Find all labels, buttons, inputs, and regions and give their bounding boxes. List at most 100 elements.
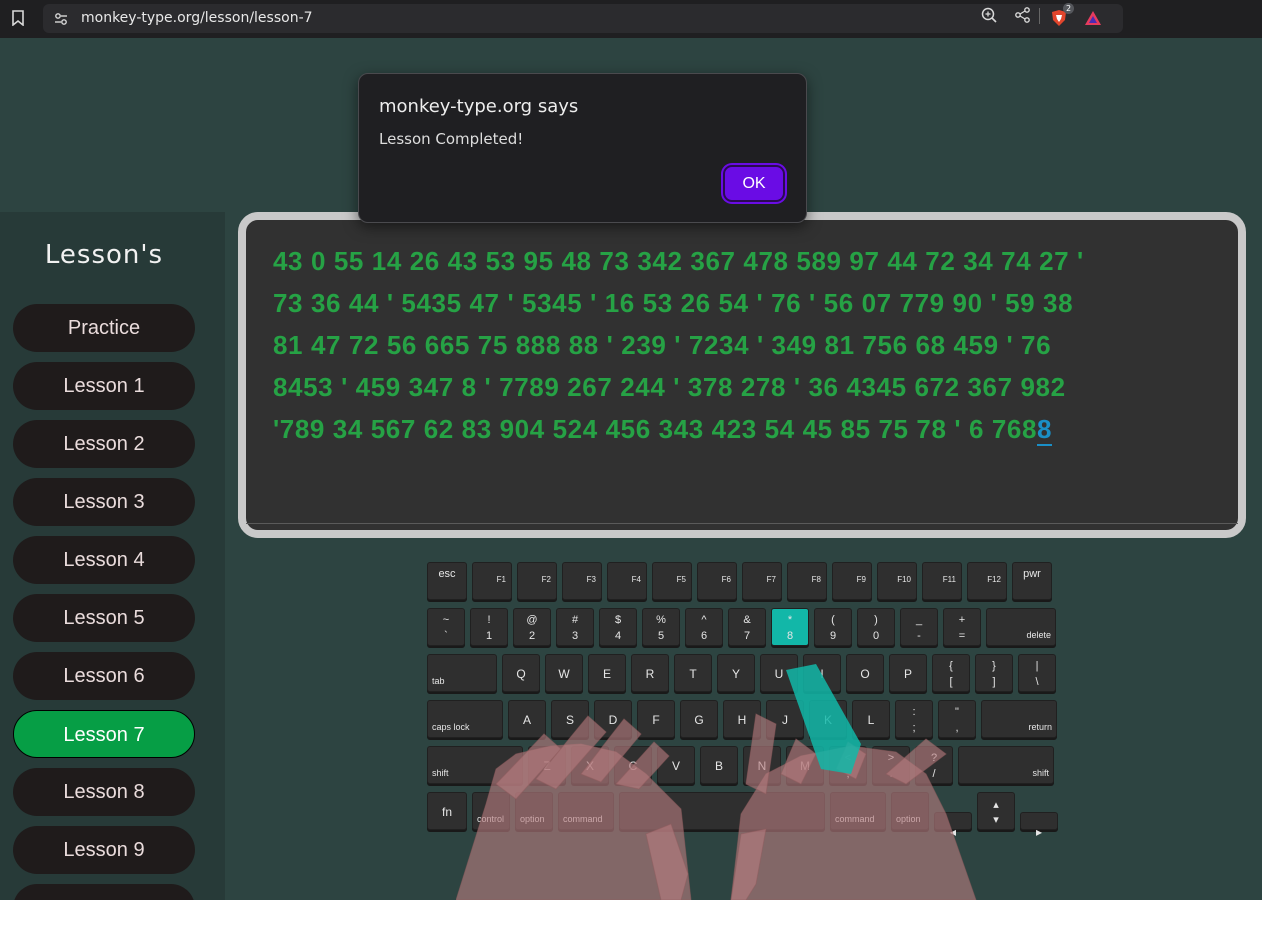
key-space[interactable]	[619, 792, 825, 830]
sidebar-item-lesson-5[interactable]: Lesson 5	[13, 594, 195, 642]
key-f[interactable]: F	[637, 700, 675, 738]
key-1[interactable]: ! 1	[470, 608, 508, 646]
key-f5[interactable]: F5	[652, 562, 692, 600]
key-v[interactable]: V	[657, 746, 695, 784]
key-esc[interactable]: esc	[427, 562, 467, 600]
key--[interactable]: ◂	[934, 812, 972, 839]
sidebar-item-lesson-3[interactable]: Lesson 3	[13, 478, 195, 526]
key-delete[interactable]: delete	[986, 608, 1056, 646]
share-icon[interactable]	[1014, 6, 1032, 24]
typing-text-panel[interactable]: 43 0 55 14 26 43 53 95 48 73 342 367 478…	[238, 212, 1246, 538]
key--[interactable]: }]	[975, 654, 1013, 692]
key-f7[interactable]: F7	[742, 562, 782, 600]
key-c[interactable]: C	[614, 746, 652, 784]
key-b[interactable]: B	[700, 746, 738, 784]
key-k[interactable]: K	[809, 700, 847, 738]
key-f8[interactable]: F8	[787, 562, 827, 600]
sidebar-item-lesson-9[interactable]: Lesson 9	[13, 826, 195, 874]
key-d[interactable]: D	[594, 700, 632, 738]
key-5[interactable]: % 5	[642, 608, 680, 646]
key--[interactable]: <,	[829, 746, 867, 784]
key-shift[interactable]: shift	[958, 746, 1054, 784]
address-bar[interactable]: monkey-type.org/lesson/lesson-7	[43, 4, 1123, 33]
key-8[interactable]: * 8	[771, 608, 809, 646]
key-3[interactable]: #3	[556, 608, 594, 646]
sidebar-item-lesson-1[interactable]: Lesson 1	[13, 362, 195, 410]
key-command[interactable]: command	[558, 792, 614, 830]
key-2[interactable]: @2	[513, 608, 551, 646]
url-text[interactable]: monkey-type.org/lesson/lesson-7	[81, 10, 313, 26]
key--[interactable]: ? /	[915, 746, 953, 784]
key--[interactable]: ▸	[1020, 812, 1058, 839]
bookmark-icon[interactable]	[12, 10, 24, 26]
key-6[interactable]: ^ 6	[685, 608, 723, 646]
key--[interactable]: {[	[932, 654, 970, 692]
key-shift-label: $	[614, 614, 622, 626]
key-f11[interactable]: F11	[922, 562, 962, 600]
brave-rewards-icon[interactable]	[1084, 9, 1102, 27]
key-q[interactable]: Q	[502, 654, 540, 692]
key-e[interactable]: E	[588, 654, 626, 692]
sidebar-item-practice[interactable]: Practice	[13, 304, 195, 352]
key--[interactable]: >.	[872, 746, 910, 784]
key-f4[interactable]: F4	[607, 562, 647, 600]
key-f9[interactable]: F9	[832, 562, 872, 600]
key-caps-lock[interactable]: caps lock	[427, 700, 503, 738]
key-fn[interactable]: fn	[427, 792, 467, 830]
key-w[interactable]: W	[545, 654, 583, 692]
key--[interactable]: ",	[938, 700, 976, 738]
key-option[interactable]: option	[891, 792, 929, 830]
sidebar-item-lesson-7[interactable]: Lesson 7	[13, 710, 195, 758]
key-f1[interactable]: F1	[472, 562, 512, 600]
key-t[interactable]: T	[674, 654, 712, 692]
key-m[interactable]: M	[786, 746, 824, 784]
key-x[interactable]: X	[571, 746, 609, 784]
sidebar-item-lesson-2[interactable]: Lesson 2	[13, 420, 195, 468]
key-i[interactable]: I	[803, 654, 841, 692]
sidebar-item-lesson-4[interactable]: Lesson 4	[13, 536, 195, 584]
key-option[interactable]: option	[515, 792, 553, 830]
key-u[interactable]: U	[760, 654, 798, 692]
site-info-icon[interactable]	[53, 11, 69, 27]
key-o[interactable]: O	[846, 654, 884, 692]
key--[interactable]: | \	[1018, 654, 1056, 692]
key-control[interactable]: control	[472, 792, 510, 830]
key-4[interactable]: $4	[599, 608, 637, 646]
zoom-icon[interactable]	[980, 6, 998, 24]
key-s[interactable]: S	[551, 700, 589, 738]
key-l[interactable]: L	[852, 700, 890, 738]
key-shift[interactable]: shift	[427, 746, 523, 784]
key-r[interactable]: R	[631, 654, 669, 692]
key-pwr[interactable]: pwr	[1012, 562, 1052, 600]
key-f6[interactable]: F6	[697, 562, 737, 600]
key-g[interactable]: G	[680, 700, 718, 738]
ok-button[interactable]: OK	[723, 165, 785, 202]
key-7[interactable]: & 7	[728, 608, 766, 646]
browser-toolbar: monkey-type.org/lesson/lesson-7 2	[0, 0, 1262, 38]
key-f2[interactable]: F2	[517, 562, 557, 600]
key-0[interactable]: ) 0	[857, 608, 895, 646]
key-f10[interactable]: F10	[877, 562, 917, 600]
key--[interactable]: + =	[943, 608, 981, 646]
key-p[interactable]: P	[889, 654, 927, 692]
key-9[interactable]: (9	[814, 608, 852, 646]
key-f12[interactable]: F12	[967, 562, 1007, 600]
key--[interactable]: :;	[895, 700, 933, 738]
key-y[interactable]: Y	[717, 654, 755, 692]
key-n[interactable]: N	[743, 746, 781, 784]
key--[interactable]: _ -	[900, 608, 938, 646]
key-j[interactable]: J	[766, 700, 804, 738]
key-return[interactable]: return	[981, 700, 1057, 738]
key-a[interactable]: A	[508, 700, 546, 738]
sidebar-item-lesson-8[interactable]: Lesson 8	[13, 768, 195, 816]
key-command[interactable]: command	[830, 792, 886, 830]
key-f3[interactable]: F3	[562, 562, 602, 600]
key--[interactable]: ▴ ▾	[977, 792, 1015, 830]
key-z[interactable]: Z	[528, 746, 566, 784]
key--[interactable]: ~ `	[427, 608, 465, 646]
key-tab[interactable]: tab	[427, 654, 497, 692]
sidebar-item-partial[interactable]	[13, 884, 195, 900]
key-shift-label: (	[831, 614, 835, 626]
sidebar-item-lesson-6[interactable]: Lesson 6	[13, 652, 195, 700]
key-h[interactable]: H	[723, 700, 761, 738]
